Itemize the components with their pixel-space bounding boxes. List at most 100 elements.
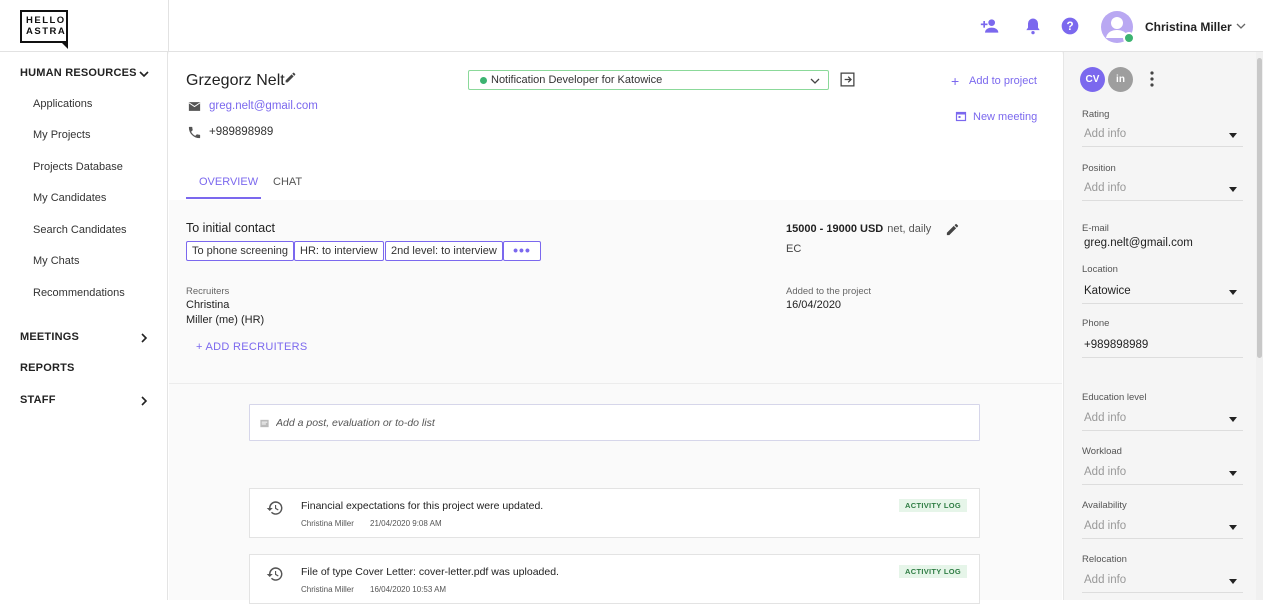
dropdown-arrow-icon <box>1229 417 1237 422</box>
relocation-label: Relocation <box>1082 554 1127 565</box>
added-to-project-date: 16/04/2020 <box>786 299 842 311</box>
candidate-details-panel: CV in Rating Add info Position Add info … <box>1063 52 1263 600</box>
dropdown-arrow-icon <box>1229 525 1237 530</box>
workload-value: Add info <box>1084 466 1127 478</box>
candidate-name: Grzegorz Nelt <box>186 72 285 89</box>
sidebar-item-search-candidates[interactable]: Search Candidates <box>33 224 127 236</box>
next-step-2nd-level-interview-button[interactable]: 2nd level: to interview <box>385 241 503 261</box>
activity-date: 16/04/2020 10:53 AM <box>370 585 447 594</box>
post-input[interactable] <box>276 415 956 431</box>
rating-select[interactable]: Add info <box>1082 125 1243 147</box>
hello-astra-logo[interactable]: HELLO ASTRA <box>20 10 68 49</box>
add-recruiters-button[interactable]: + ADD RECRUITERS <box>196 341 307 353</box>
availability-value: Add info <box>1084 520 1127 532</box>
availability-select[interactable]: Add info <box>1082 517 1243 539</box>
candidate-email-link[interactable]: greg.nelt@gmail.com <box>209 100 318 112</box>
salary-terms: net, daily <box>887 223 932 235</box>
sidebar-item-my-projects[interactable]: My Projects <box>33 129 90 141</box>
tab-overview[interactable]: OVERVIEW <box>199 176 258 188</box>
relocation-select[interactable]: Add info <box>1082 571 1243 593</box>
main-content: Grzegorz Nelt greg.nelt@gmail.com +98989… <box>169 52 1062 604</box>
history-icon <box>266 567 283 581</box>
email-field[interactable]: greg.nelt@gmail.com <box>1082 234 1243 256</box>
email-value: greg.nelt@gmail.com <box>1084 237 1193 249</box>
rating-label: Rating <box>1082 109 1110 120</box>
workload-label: Workload <box>1082 446 1122 457</box>
sidebar-section-reports[interactable]: REPORTS <box>20 362 75 374</box>
education-level-select[interactable]: Add info <box>1082 409 1243 431</box>
chevron-down-icon <box>810 78 820 84</box>
chevron-down-icon[interactable] <box>138 68 150 80</box>
tab-chat[interactable]: CHAT <box>273 176 302 188</box>
sidebar-item-my-chats[interactable]: My Chats <box>33 255 79 267</box>
dropdown-arrow-icon <box>1229 290 1237 295</box>
activity-log-badge: ACTIVITY LOG <box>899 499 967 512</box>
activity-author: Christina Miller <box>301 585 354 594</box>
phone-label: Phone <box>1082 318 1110 329</box>
status-dot-icon <box>480 77 487 84</box>
sidebar-item-projects-database[interactable]: Projects Database <box>33 161 123 173</box>
activity-message: Financial expectations for this project … <box>301 500 544 512</box>
svg-text:?: ? <box>1066 20 1073 33</box>
post-composer[interactable] <box>249 404 980 441</box>
next-step-phone-screening-button[interactable]: To phone screening <box>186 241 295 261</box>
new-meeting-button[interactable]: New meeting <box>955 111 1037 123</box>
logo-line-2: ASTRA <box>26 26 67 37</box>
recruiter-name-line-2: Miller (me) (HR) <box>186 314 265 326</box>
sidebar-item-my-candidates[interactable]: My Candidates <box>33 192 106 204</box>
active-tab-indicator <box>186 197 261 199</box>
user-avatar[interactable] <box>1101 11 1135 44</box>
dropdown-arrow-icon <box>1229 187 1237 192</box>
sidebar-section-staff[interactable]: STAFF <box>20 394 56 406</box>
add-person-icon[interactable] <box>980 16 1000 36</box>
position-label: Position <box>1082 163 1116 174</box>
email-label: E-mail <box>1082 223 1109 234</box>
sidebar-item-applications[interactable]: Applications <box>33 98 92 110</box>
recruiters-label: Recruiters <box>186 286 230 297</box>
more-options-icon[interactable] <box>1148 70 1156 88</box>
recruiter-name-line-1: Christina <box>186 299 230 311</box>
user-menu-chevron-icon[interactable] <box>1236 21 1246 31</box>
position-select[interactable]: Notification Developer for Katowice <box>468 70 829 90</box>
phone-field[interactable]: +989898989 <box>1082 336 1243 358</box>
workload-select[interactable]: Add info <box>1082 463 1243 485</box>
position-value: Add info <box>1084 182 1127 194</box>
logo-line-1: HELLO <box>26 15 66 26</box>
sidebar-section-human-resources[interactable]: HUMAN RESOURCES <box>20 67 137 79</box>
edit-pencil-icon[interactable] <box>284 71 297 84</box>
history-icon <box>266 501 283 515</box>
activity-author: Christina Miller <box>301 519 354 528</box>
linkedin-button[interactable]: in <box>1108 67 1133 92</box>
more-steps-button[interactable]: ••• <box>503 241 541 261</box>
cv-button[interactable]: CV <box>1080 67 1105 92</box>
candidate-header: Grzegorz Nelt greg.nelt@gmail.com +98989… <box>169 52 1062 200</box>
online-status-icon <box>1123 32 1135 44</box>
plus-icon: + <box>951 73 960 89</box>
salary-range: 15000 - 19000 USD <box>786 223 884 235</box>
top-bar: HELLO ASTRA ? Christina Miller <box>0 0 1263 52</box>
help-icon[interactable]: ? <box>1060 16 1080 36</box>
scrollbar-thumb[interactable] <box>1257 58 1262 358</box>
location-select[interactable]: Katowice <box>1082 282 1243 304</box>
add-to-project-button[interactable]: + Add to project <box>951 73 1037 89</box>
chevron-right-icon[interactable] <box>138 332 150 344</box>
dropdown-arrow-icon <box>1229 579 1237 584</box>
user-name[interactable]: Christina Miller <box>1145 20 1232 34</box>
exit-icon[interactable] <box>839 71 856 88</box>
add-to-project-label: Add to project <box>969 75 1037 87</box>
bell-icon[interactable] <box>1023 16 1043 36</box>
candidate-phone: +989898989 <box>209 126 274 138</box>
sidebar-item-recommendations[interactable]: Recommendations <box>33 287 125 299</box>
next-step-hr-interview-button[interactable]: HR: to interview <box>294 241 384 261</box>
chevron-right-icon[interactable] <box>138 395 150 407</box>
activity-date: 21/04/2020 9:08 AM <box>370 519 442 528</box>
sidebar-section-meetings[interactable]: MEETINGS <box>20 331 79 343</box>
location-label: Location <box>1082 264 1118 275</box>
logo-divider <box>168 0 169 52</box>
edit-pencil-icon[interactable] <box>945 222 960 237</box>
email-icon <box>188 102 201 111</box>
position-field-select[interactable]: Add info <box>1082 179 1243 201</box>
dropdown-arrow-icon <box>1229 133 1237 138</box>
phone-icon <box>188 126 201 139</box>
phone-value: +989898989 <box>1084 339 1149 351</box>
